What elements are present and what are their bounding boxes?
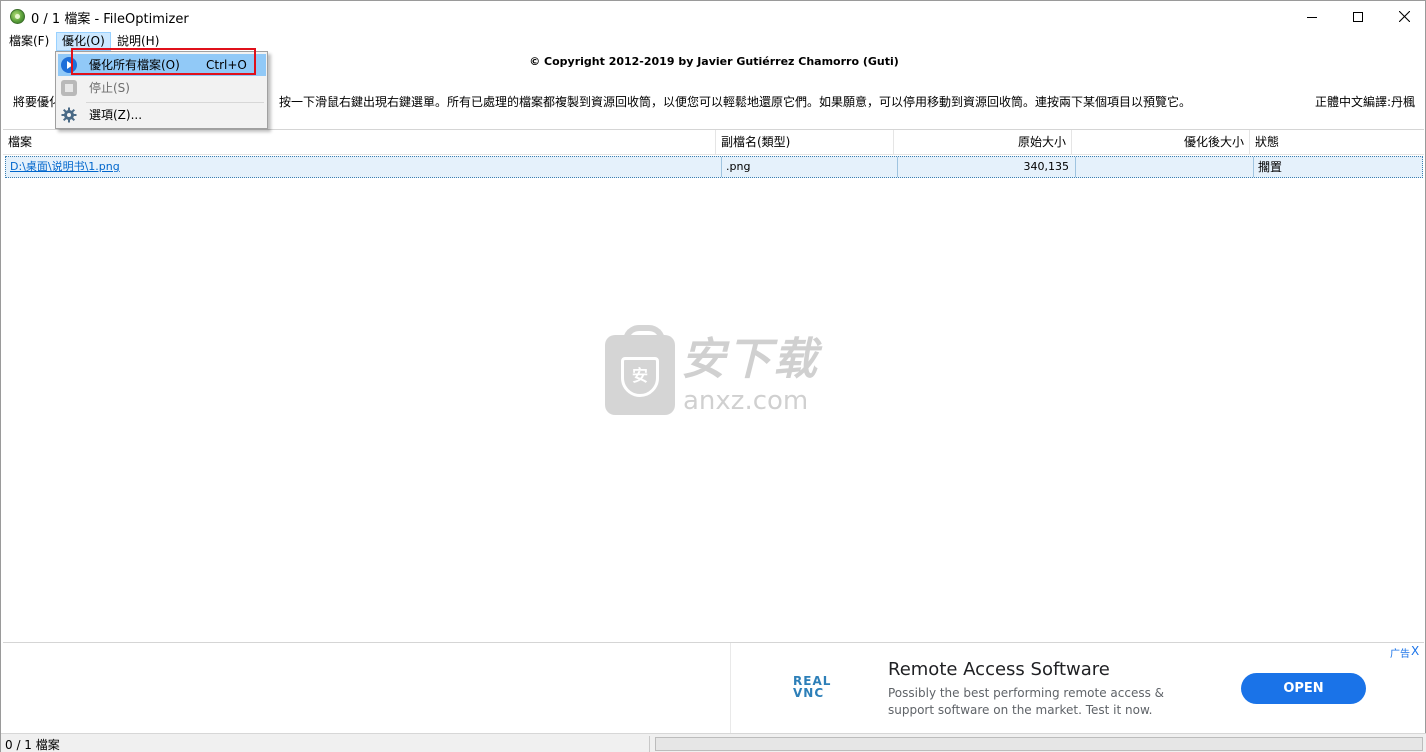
menu-item-options-label: 選項(Z)... (89, 108, 143, 122)
ad-area: REAL VNC Remote Access Software Possibly … (3, 642, 1424, 733)
table-row[interactable]: D:\桌面\说明书\1.png .png 340,135 擱置 (5, 156, 1423, 178)
column-header-original-size[interactable]: 原始大小 (894, 130, 1072, 155)
maximize-icon (1353, 11, 1363, 22)
column-header-optimized-size[interactable]: 優化後大小 (1072, 130, 1250, 155)
ad-description: Possibly the best performing remote acce… (888, 686, 1165, 717)
watermark-shield-char: 安 (621, 357, 659, 397)
title-bar: 0 / 1 檔案 - FileOptimizer (1, 1, 1425, 32)
app-icon (10, 9, 25, 24)
ad-badge[interactable]: 广告 (1390, 645, 1410, 660)
ad-title[interactable]: Remote Access Software (888, 659, 1110, 680)
cell-extension: .png (721, 157, 897, 177)
cell-status: 擱置 (1253, 157, 1423, 177)
ad-open-button[interactable]: OPEN (1241, 673, 1366, 704)
watermark-cn-text: 安下载 (681, 334, 819, 385)
watermark-shield-icon: 安 (605, 325, 675, 415)
annotation-highlight-box (71, 48, 256, 75)
app-window: 0 / 1 檔案 - FileOptimizer 檔案(F) 優化(O) 說明(… (0, 0, 1426, 752)
menu-item-options[interactable]: 選項(Z)... (58, 104, 266, 126)
column-header-file[interactable]: 檔案 (3, 130, 716, 155)
watermark-en-text: anxz.com (683, 386, 809, 416)
cell-original-size: 340,135 (897, 157, 1075, 177)
ad-banner[interactable]: REAL VNC Remote Access Software Possibly … (730, 643, 1424, 733)
close-button[interactable] (1381, 1, 1426, 32)
menu-separator (86, 102, 264, 103)
status-bar: 0 / 1 檔案 (1, 733, 1426, 752)
cell-optimized-size (1075, 157, 1253, 177)
menu-item-stop[interactable]: 停止(S) (58, 77, 266, 99)
progress-bar (655, 737, 1423, 751)
column-header-extension[interactable]: 副檔名(類型) (716, 130, 894, 155)
column-header-status[interactable]: 狀態 (1250, 130, 1424, 155)
status-divider (649, 736, 650, 752)
close-icon (1398, 11, 1410, 22)
info-text-body: 按一下滑鼠右鍵出現右鍵選單。所有已處理的檔案都複製到資源回收筒，以便您可以輕鬆地… (279, 95, 1192, 109)
cell-file-path[interactable]: D:\桌面\说明书\1.png (10, 157, 715, 177)
menu-item-stop-label: 停止(S) (89, 81, 130, 95)
watermark: 安 安下载 anxz.com (605, 325, 825, 417)
menu-file[interactable]: 檔案(F) (4, 32, 54, 51)
translator-credit: 正體中文編譯:丹楓 (1315, 95, 1416, 109)
gear-icon (61, 107, 77, 123)
maximize-button[interactable] (1335, 1, 1381, 32)
status-text: 0 / 1 檔案 (5, 738, 60, 752)
window-title: 0 / 1 檔案 - FileOptimizer (31, 12, 189, 27)
file-list-header: 檔案 副檔名(類型) 原始大小 優化後大小 狀態 (3, 130, 1424, 155)
stop-icon (61, 80, 77, 96)
info-text-prefix: 將要優化 (13, 95, 62, 109)
realvnc-logo: REAL VNC (793, 674, 832, 700)
minimize-button[interactable] (1289, 1, 1335, 32)
minimize-icon (1307, 16, 1317, 18)
ad-close-icon[interactable]: X (1411, 644, 1419, 658)
